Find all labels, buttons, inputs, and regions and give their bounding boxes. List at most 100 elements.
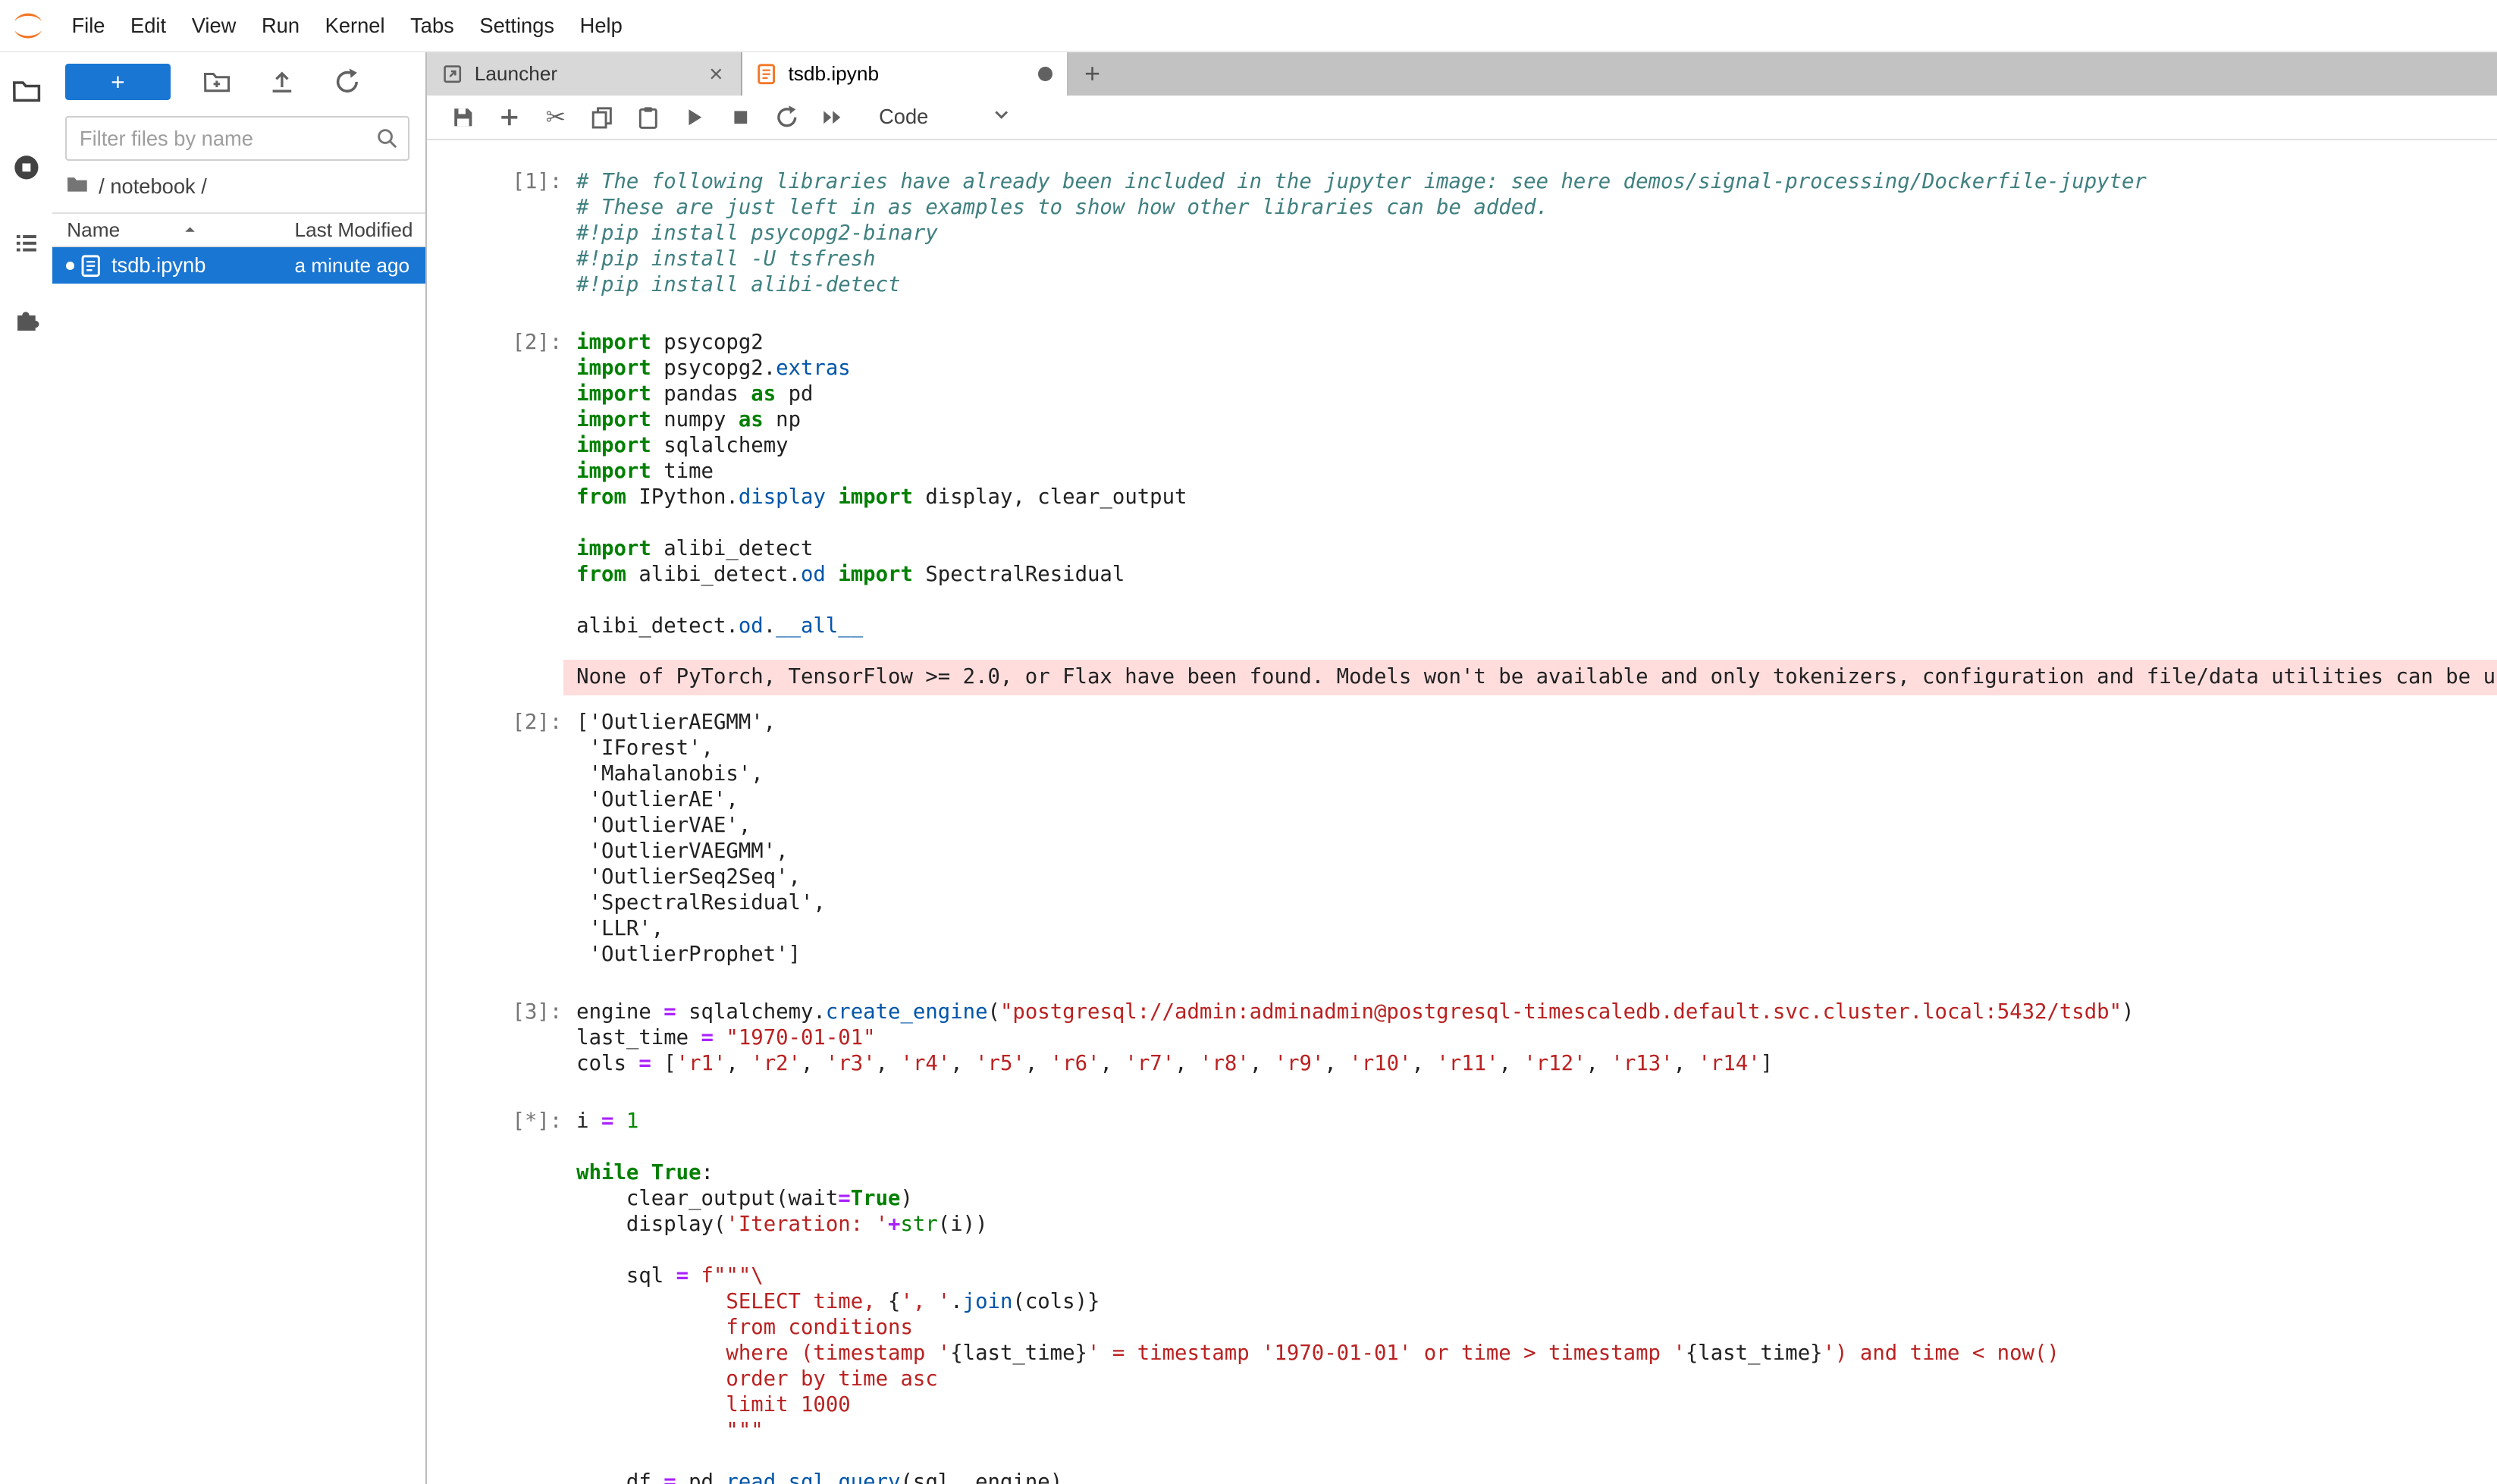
file-row-tsdb-ipynb[interactable]: tsdb.ipynb a minute ago: [52, 247, 425, 284]
code-line: import sqlalchemy: [576, 433, 2497, 459]
new-launcher-button[interactable]: +: [65, 64, 171, 100]
notebook-cells[interactable]: [1]:# The following libraries have alrea…: [427, 140, 2497, 1484]
output-line: 'OutlierProphet']: [576, 942, 2497, 968]
output-line: 'IForest',: [576, 736, 2497, 761]
menu-edit[interactable]: Edit: [118, 14, 179, 38]
code-line: order by time asc: [576, 1366, 2497, 1392]
activity-bar: [0, 52, 52, 1484]
code-line: import time: [576, 459, 2497, 485]
search-icon: [375, 126, 400, 152]
paste-icon[interactable]: [635, 105, 661, 130]
close-tab-icon[interactable]: ×: [706, 62, 726, 86]
output-line: 'SpectralResidual',: [576, 890, 2497, 916]
insert-cell-icon[interactable]: [497, 105, 522, 130]
menu-file[interactable]: File: [59, 14, 118, 38]
notebook-icon: [756, 62, 776, 86]
output-line: 'OutlierVAEGMM',: [576, 839, 2497, 864]
output-line: 'OutlierVAE',: [576, 813, 2497, 839]
unsaved-dot-icon: [1038, 67, 1052, 81]
code-line: while True:: [576, 1160, 2497, 1186]
sort-ascending-icon: [180, 220, 199, 239]
code-line: [576, 588, 2497, 613]
filter-files-box: [65, 116, 409, 161]
code-line: #!pip install -U tsfresh: [576, 246, 2497, 272]
code-line: SELECT time, {', '.join(cols)}: [576, 1289, 2497, 1315]
cell-prompt: [1]:: [427, 169, 576, 195]
running-kernels-icon[interactable]: [11, 151, 42, 183]
folder-icon: [65, 172, 89, 201]
file-browser-panel: + / notebo: [52, 52, 426, 1484]
cell-prompt: [3]:: [427, 999, 576, 1025]
code-line: df = pd.read_sql_query(sql, engine): [576, 1470, 2497, 1484]
file-name: tsdb.ipynb: [111, 253, 294, 278]
code-cell: [*]:i = 1 while True: clear_output(wait=…: [427, 1109, 2497, 1484]
column-header-name[interactable]: Name: [67, 218, 294, 242]
tab-label: tsdb.ipynb: [788, 62, 1038, 86]
copy-icon[interactable]: [589, 105, 615, 130]
code-line: import numpy as np: [576, 407, 2497, 433]
code-editor[interactable]: engine = sqlalchemy.create_engine("postg…: [576, 999, 2497, 1077]
upload-icon[interactable]: [268, 67, 296, 96]
save-icon[interactable]: [450, 105, 476, 130]
dock-tab-bar: Launcher × tsdb.ipynb +: [427, 52, 2497, 96]
chevron-down-icon: [990, 103, 1012, 130]
interrupt-icon[interactable]: [728, 105, 754, 130]
tab-tsdb-notebook[interactable]: tsdb.ipynb: [742, 52, 1068, 96]
tab-launcher[interactable]: Launcher ×: [427, 52, 742, 96]
code-line: i = 1: [576, 1109, 2497, 1134]
code-line: last_time = "1970-01-01": [576, 1025, 2497, 1051]
cell-prompt: [2]:: [427, 330, 576, 356]
code-line: [576, 510, 2497, 536]
filter-files-input[interactable]: [65, 116, 409, 161]
output-area: None of PyTorch, TensorFlow >= 2.0, or F…: [563, 660, 2496, 695]
code-line: import psycopg2.extras: [576, 356, 2497, 381]
output-area: ['OutlierAEGMM', 'IForest', 'Mahalanobis…: [576, 710, 2497, 968]
code-line: display('Iteration: '+str(i)): [576, 1212, 2497, 1238]
menu-help[interactable]: Help: [567, 14, 635, 38]
refresh-icon[interactable]: [333, 67, 362, 96]
menu-tabs[interactable]: Tabs: [397, 14, 466, 38]
new-folder-icon[interactable]: [202, 67, 231, 96]
notebook-toolbar: ✂ Code: [427, 96, 2497, 140]
cell-type-dropdown[interactable]: Code: [879, 103, 1012, 130]
code-line: #!pip install psycopg2-binary: [576, 221, 2497, 246]
menu-kernel[interactable]: Kernel: [312, 14, 398, 38]
output-line: ['OutlierAEGMM',: [576, 710, 2497, 736]
menu-view[interactable]: View: [179, 14, 249, 38]
notebook-file-icon: [80, 254, 102, 278]
stderr-line: None of PyTorch, TensorFlow >= 2.0, or F…: [576, 664, 2497, 690]
file-browser-icon[interactable]: [11, 75, 42, 107]
menu-run[interactable]: Run: [249, 14, 312, 38]
code-line: from alibi_detect.od import SpectralResi…: [576, 562, 2497, 588]
extensions-icon[interactable]: [11, 304, 42, 336]
cut-icon[interactable]: ✂: [543, 105, 569, 130]
restart-run-all-icon[interactable]: [820, 105, 845, 130]
stderr-output: None of PyTorch, TensorFlow >= 2.0, or F…: [427, 660, 2497, 695]
cell-prompt: [*]:: [427, 1109, 576, 1134]
code-line: [576, 1134, 2497, 1160]
menu-settings[interactable]: Settings: [467, 14, 567, 38]
code-editor[interactable]: i = 1 while True: clear_output(wait=True…: [576, 1109, 2497, 1484]
table-of-contents-icon[interactable]: [11, 227, 42, 259]
restart-icon[interactable]: [774, 105, 800, 130]
new-tab-button[interactable]: +: [1068, 52, 1116, 96]
breadcrumb[interactable]: / notebook /: [52, 167, 425, 212]
code-line: """: [576, 1418, 2497, 1444]
code-line: #!pip install alibi-detect: [576, 272, 2497, 298]
code-line: [576, 1238, 2497, 1263]
column-header-last-modified[interactable]: Last Modified: [294, 218, 413, 242]
output-line: 'Mahalanobis',: [576, 761, 2497, 787]
code-cell: [1]:# The following libraries have alrea…: [427, 169, 2497, 298]
file-browser-toolbar: +: [52, 52, 425, 105]
launcher-icon: [441, 63, 463, 85]
main-dock-panel: Launcher × tsdb.ipynb +: [427, 52, 2497, 1484]
jupyterlab-app: File Edit View Run Kernel Tabs Settings …: [0, 0, 2497, 1484]
code-editor[interactable]: # The following libraries have already b…: [576, 169, 2497, 298]
code-line: where (timestamp '{last_time}' = timesta…: [576, 1341, 2497, 1366]
code-editor[interactable]: import psycopg2import psycopg2.extrasimp…: [576, 330, 2497, 639]
breadcrumb-path: / notebook /: [99, 174, 207, 199]
output-line: 'OutlierSeq2Seq',: [576, 864, 2497, 890]
code-cell: [2]:import psycopg2import psycopg2.extra…: [427, 330, 2497, 639]
file-last-modified: a minute ago: [294, 254, 409, 278]
run-icon[interactable]: [682, 105, 707, 130]
